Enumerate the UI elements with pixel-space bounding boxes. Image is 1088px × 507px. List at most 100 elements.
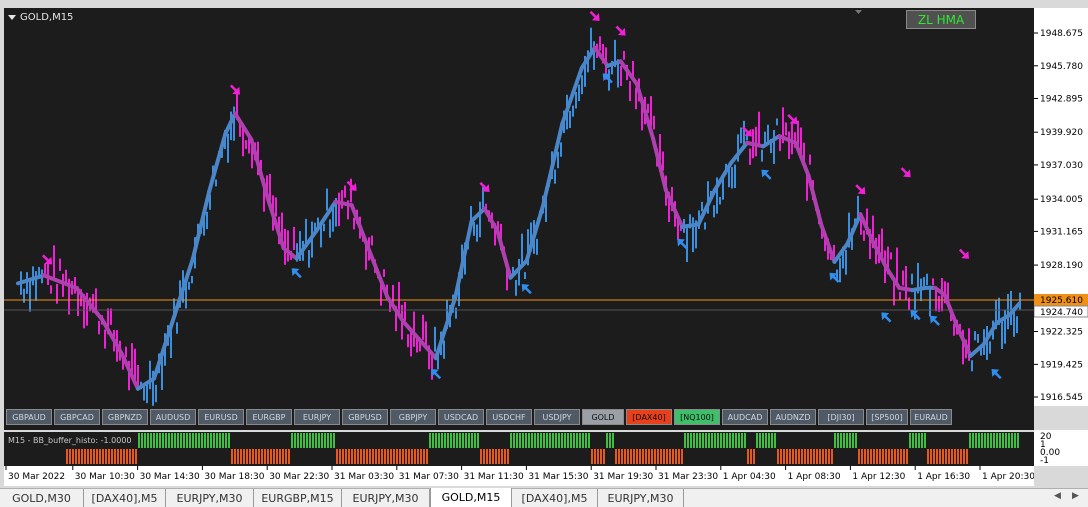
tab-gold-m30[interactable]: GOLD,M30 bbox=[0, 489, 84, 507]
histogram-bar bbox=[624, 449, 626, 464]
symbol-button-dji30[interactable]: [DJI30] bbox=[818, 409, 864, 425]
histogram-bar bbox=[372, 449, 374, 464]
symbol-button-eurjpy[interactable]: EURJPY bbox=[294, 409, 340, 425]
tab-eurjpy-m30[interactable]: EURJPY,M30 bbox=[598, 489, 684, 507]
histogram-bar bbox=[942, 449, 944, 464]
histogram-bar bbox=[879, 449, 881, 464]
symbol-button-usdcad[interactable]: USDCAD bbox=[438, 409, 484, 425]
histogram-bar bbox=[597, 449, 599, 464]
histogram-bar bbox=[726, 433, 728, 448]
tab-eurjpy-m30[interactable]: EURJPY,M30 bbox=[342, 489, 430, 507]
symbol-button-audnzd[interactable]: AUDNZD bbox=[770, 409, 816, 425]
histogram-bar bbox=[177, 433, 179, 448]
price-scale[interactable]: 1948.675 1945.780 1942.895 1939.920 1937.030… bbox=[1033, 8, 1088, 406]
histogram-bar bbox=[939, 449, 941, 464]
histogram-bar bbox=[579, 433, 581, 448]
symbol-button-sp500[interactable]: [SP500] bbox=[866, 409, 908, 425]
symbol-button-euraud[interactable]: EURAUD bbox=[910, 409, 952, 425]
candle bbox=[146, 384, 148, 404]
histogram-bar bbox=[258, 449, 260, 464]
histogram-bar bbox=[363, 449, 365, 464]
candle bbox=[647, 103, 649, 114]
time-axis[interactable]: 30 Mar 2022 30 Mar 10:30 30 Mar 14:30 30 Ma… bbox=[4, 466, 1035, 486]
histogram-bar bbox=[936, 449, 938, 464]
price-tick-label: 1922.325 bbox=[1040, 328, 1083, 338]
symbol-button-audusd[interactable]: AUDUSD bbox=[150, 409, 196, 425]
histogram-bar bbox=[705, 433, 707, 448]
price-tick-label: 1928.190 bbox=[1040, 261, 1083, 271]
symbol-button-usdjpy[interactable]: USDJPY bbox=[534, 409, 580, 425]
candle bbox=[749, 148, 751, 165]
histogram-bar bbox=[420, 449, 422, 464]
histogram-bar bbox=[960, 449, 962, 464]
time-tick-label: 30 Mar 22:30 bbox=[269, 472, 329, 482]
symbol-button-usdchf[interactable]: USDCHF bbox=[486, 409, 532, 425]
histogram-bar bbox=[165, 433, 167, 448]
histogram-bar bbox=[222, 433, 224, 448]
price-scale-svg: 1948.675 1945.780 1942.895 1939.920 1937.030… bbox=[1033, 29, 1088, 403]
hma-segment bbox=[453, 219, 474, 299]
histogram-bar bbox=[900, 449, 902, 464]
histogram-bar bbox=[792, 449, 794, 464]
hma-segment bbox=[981, 321, 999, 347]
tab-eurjpy-m30[interactable]: EURJPY,M30 bbox=[166, 489, 254, 507]
histogram-bar bbox=[423, 449, 425, 464]
histogram-bar bbox=[954, 449, 956, 464]
histogram-bar bbox=[813, 449, 815, 464]
histogram-bar bbox=[393, 449, 395, 464]
collapse-triangle-icon[interactable] bbox=[8, 15, 16, 20]
price-chart[interactable]: GOLD,M15 ZL HMA bbox=[4, 8, 1034, 406]
hma-segment bbox=[207, 131, 228, 194]
histogram-bar bbox=[447, 433, 449, 448]
histogram-bar bbox=[1011, 433, 1013, 448]
candle bbox=[926, 273, 928, 286]
symbol-button-nq100[interactable]: [NQ100] bbox=[674, 409, 720, 425]
candle bbox=[785, 122, 787, 136]
candle bbox=[326, 188, 328, 211]
scroll-right-icon[interactable]: ▶ bbox=[1072, 491, 1079, 501]
symbol-button-gbpusd[interactable]: GBPUSD bbox=[342, 409, 388, 425]
symbol-button-audcad[interactable]: AUDCAD bbox=[722, 409, 768, 425]
tab--dax40--m5[interactable]: [DAX40],M5 bbox=[512, 489, 598, 507]
histogram-bar bbox=[714, 433, 716, 448]
candle bbox=[227, 133, 229, 163]
symbol-button-gold[interactable]: GOLD bbox=[582, 409, 624, 425]
symbol-button-gbpaud[interactable]: GBPAUD bbox=[6, 409, 52, 425]
histogram-bar bbox=[783, 449, 785, 464]
price-tick-label: 1931.165 bbox=[1040, 227, 1083, 237]
histogram-subwindow[interactable]: M15 - BB_buffer_histo: -1.0000 bbox=[4, 432, 1034, 466]
symbol-button-eurgbp[interactable]: EURGBP bbox=[246, 409, 292, 425]
candle bbox=[839, 258, 841, 283]
histogram-bar bbox=[72, 449, 74, 464]
histogram-bar bbox=[174, 433, 176, 448]
candle bbox=[581, 75, 583, 95]
histogram-bar bbox=[282, 449, 284, 464]
symbol-button-bar: GBPAUD GBPCAD GBPNZD AUDUSD EURUSD EURGBP EURJ… bbox=[4, 406, 1034, 430]
symbol-button-gbpnzd[interactable]: GBPNZD bbox=[102, 409, 148, 425]
candle bbox=[422, 314, 424, 340]
tab-eurgbp-m15[interactable]: EURGBP,M15 bbox=[254, 489, 342, 507]
histogram-bar bbox=[351, 449, 353, 464]
candle bbox=[23, 288, 25, 303]
scroll-left-icon[interactable]: ◀ bbox=[1054, 491, 1061, 501]
symbol-button-eurusd[interactable]: EURUSD bbox=[198, 409, 244, 425]
histogram-bar bbox=[582, 433, 584, 448]
histogram-bar bbox=[771, 433, 773, 448]
candle bbox=[308, 249, 310, 268]
histogram-bar bbox=[69, 449, 71, 464]
hma-segment bbox=[469, 206, 487, 224]
hma-segment bbox=[806, 173, 824, 228]
histogram-bar bbox=[108, 449, 110, 464]
symbol-button-gbpjpy[interactable]: GBPJPY bbox=[390, 409, 436, 425]
tab--dax40--m5[interactable]: [DAX40],M5 bbox=[84, 489, 166, 507]
time-tick-label: 30 Mar 10:30 bbox=[75, 472, 135, 482]
candle bbox=[977, 334, 979, 343]
histogram-bar bbox=[492, 449, 494, 464]
symbol-button-dax40[interactable]: [DAX40] bbox=[626, 409, 672, 425]
histogram-bar bbox=[858, 449, 860, 464]
tab-gold-m15[interactable]: GOLD,M15 bbox=[430, 488, 512, 507]
histogram-bar bbox=[591, 449, 593, 464]
symbol-button-gbpcad[interactable]: GBPCAD bbox=[54, 409, 100, 425]
histogram-bar bbox=[522, 433, 524, 448]
indicator-name-box[interactable]: ZL HMA bbox=[906, 10, 976, 29]
